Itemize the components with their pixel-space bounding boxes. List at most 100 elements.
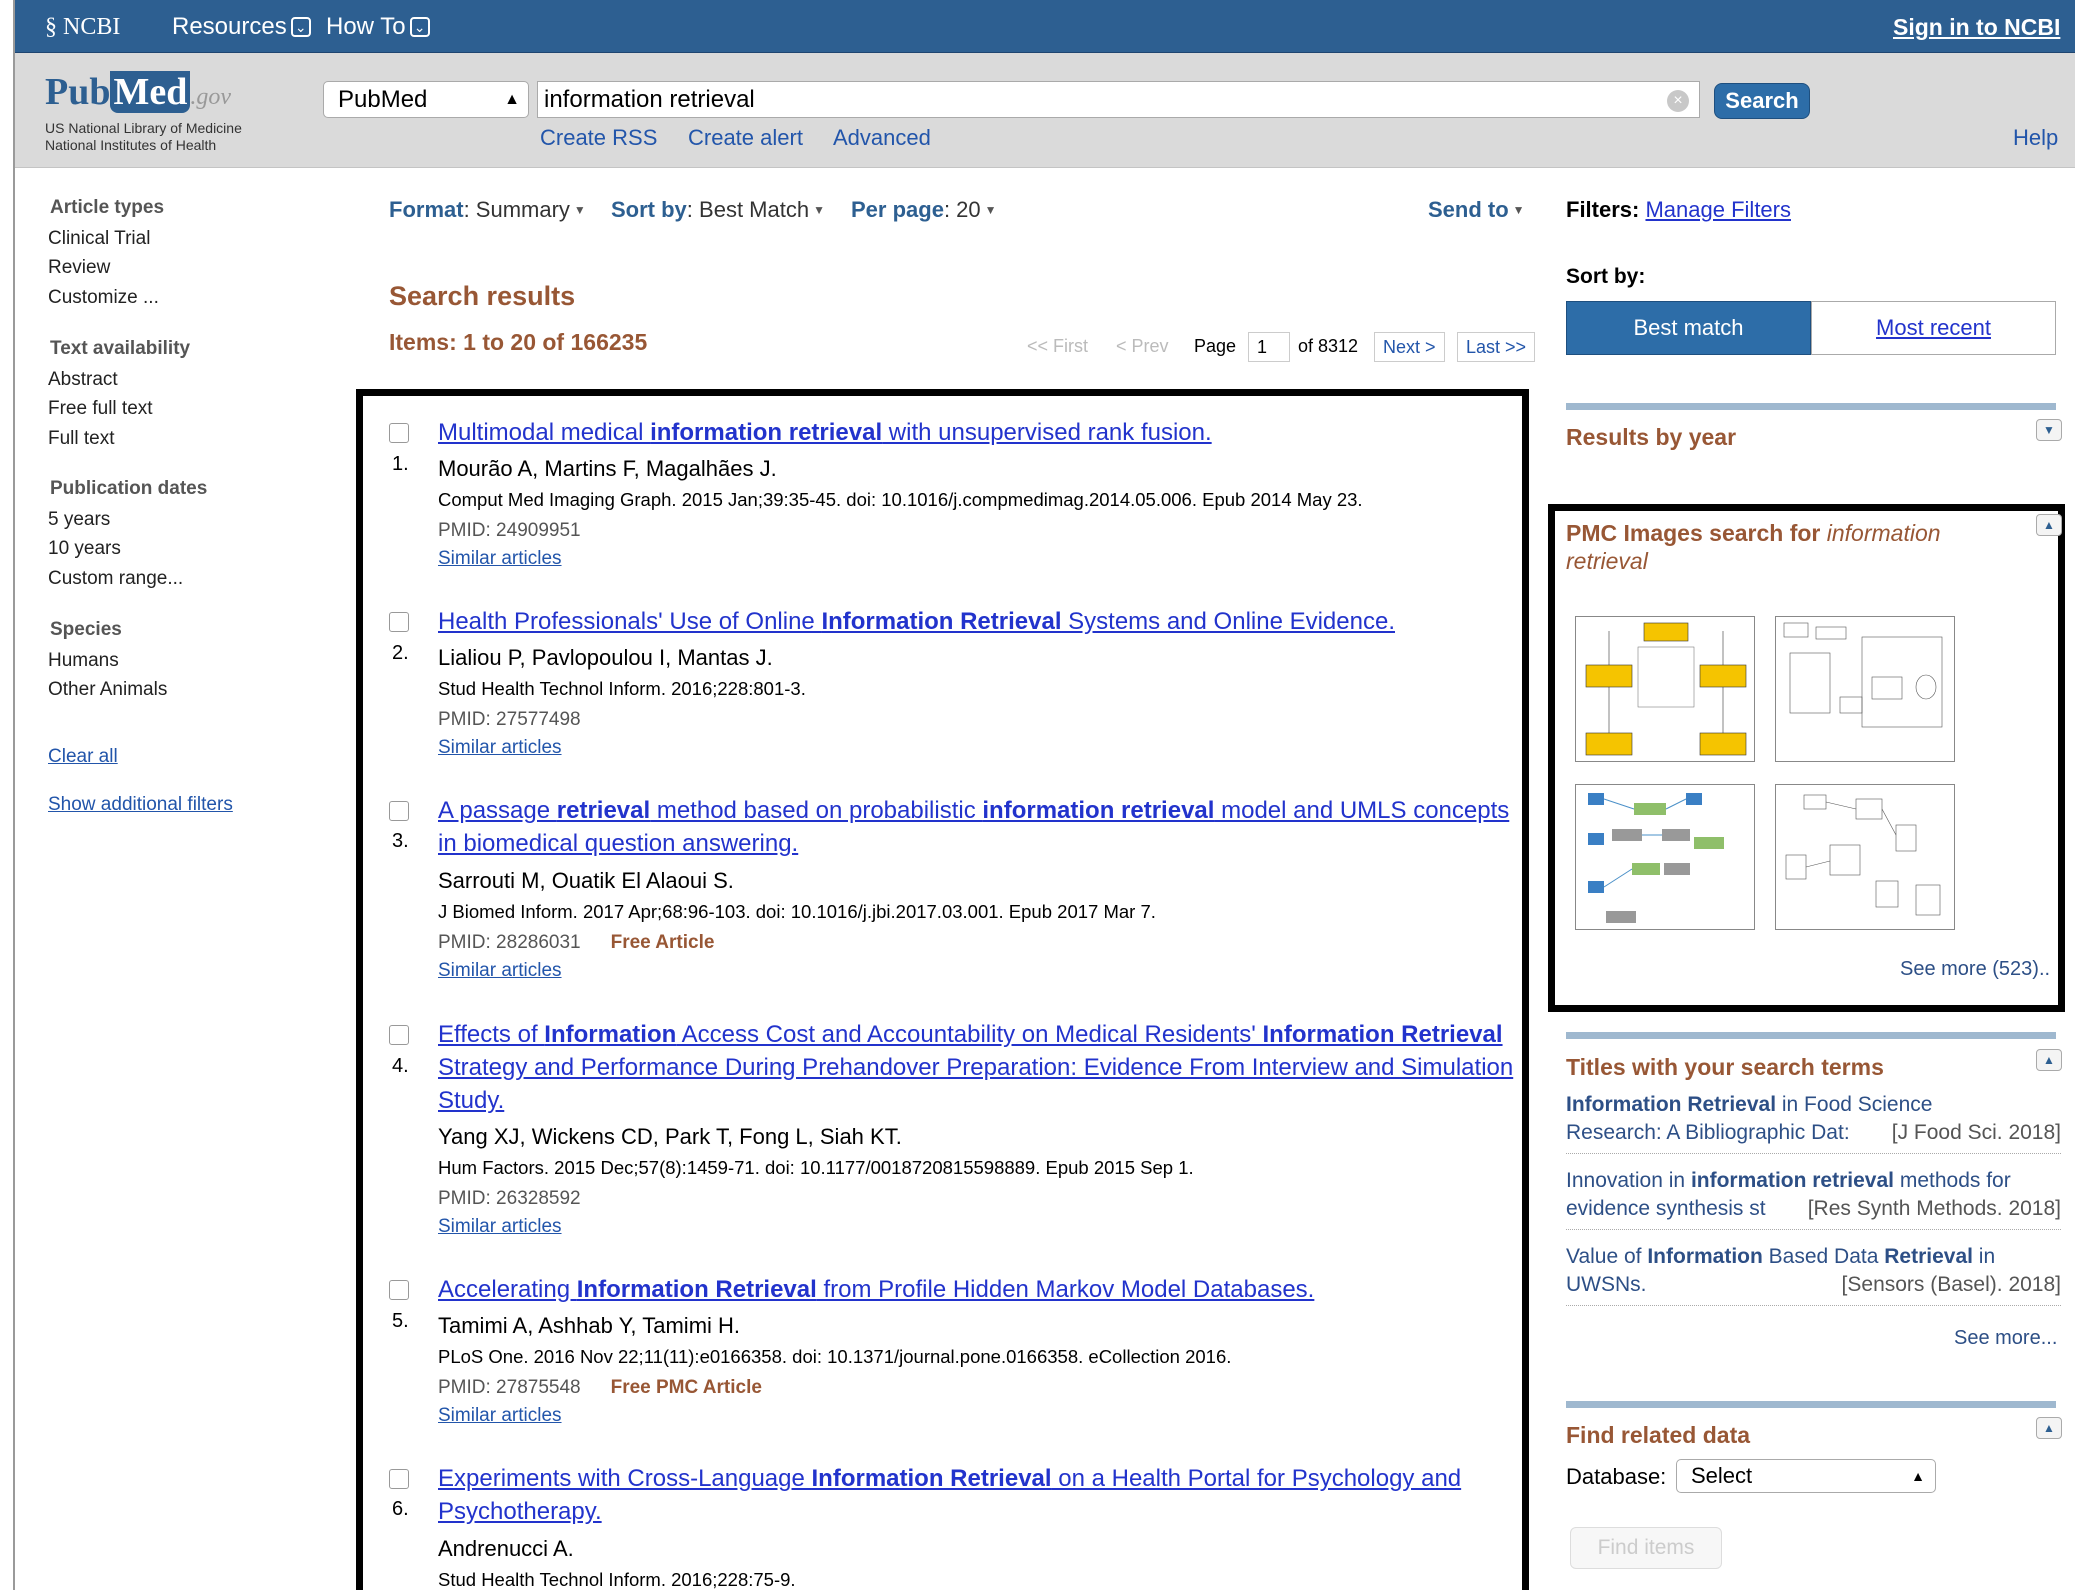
pager-next[interactable]: Next > (1374, 332, 1445, 362)
result-citation: Stud Health Technol Inform. 2016;228:75-… (438, 1569, 796, 1590)
similar-articles-link[interactable]: Similar articles (438, 548, 562, 570)
article-types-heading: Article types (50, 197, 165, 218)
title-suggestion[interactable]: Information Retrieval in Food Science Res… (1566, 1091, 2061, 1154)
pager-last[interactable]: Last >> (1457, 332, 1536, 362)
create-rss-link[interactable]: Create RSS (540, 125, 657, 151)
result-citation: Hum Factors. 2015 Dec;57(8):1459-71. doi… (438, 1157, 1194, 1178)
pmc-image-thumbnail[interactable] (1575, 784, 1755, 930)
similar-articles-link[interactable]: Similar articles (438, 1216, 562, 1238)
items-count: Items: 1 to 20 of 166235 (389, 329, 648, 355)
filter-customize[interactable]: Customize ... (48, 287, 159, 309)
sort-best-match-button[interactable]: Best match (1566, 301, 1811, 355)
result-checkbox[interactable] (389, 1469, 409, 1489)
similar-articles-link[interactable]: Similar articles (438, 960, 562, 982)
result-pmid: PMID: 27875548 Free PMC Article (438, 1377, 762, 1398)
sort-dropdown[interactable]: Sort by: Best Match ▼ (611, 197, 825, 223)
ncbi-logo[interactable]: § NCBI (45, 12, 120, 42)
filter-other-animals[interactable]: Other Animals (48, 679, 167, 701)
pager-prev[interactable]: < Prev (1116, 336, 1169, 357)
pmc-image-thumbnail[interactable] (1775, 616, 1955, 762)
pmc-image-thumbnail[interactable] (1575, 616, 1755, 762)
collapse-toggle-icon[interactable]: ▲ (2036, 1417, 2062, 1439)
advanced-link[interactable]: Advanced (833, 125, 931, 151)
format-dropdown[interactable]: Format: Summary ▼ (389, 197, 586, 223)
find-items-button[interactable]: Find items (1570, 1527, 1722, 1569)
send-to-dropdown[interactable]: Send to ▼ (1428, 197, 1525, 223)
result-checkbox[interactable] (389, 801, 409, 821)
pager-of-total: of 8312 (1298, 336, 1359, 356)
result-number: 5. (392, 1310, 409, 1332)
clear-icon[interactable]: × (1667, 90, 1689, 112)
database-select[interactable]: PubMed ▲ (323, 81, 529, 118)
filter-clinical-trial[interactable]: Clinical Trial (48, 228, 150, 250)
result-checkbox[interactable] (389, 1280, 409, 1300)
filter-abstract[interactable]: Abstract (48, 369, 118, 391)
sort-most-recent-button[interactable]: Most recent (1811, 301, 2056, 355)
result-title-link[interactable]: Experiments with Cross-Language Informat… (438, 1462, 1518, 1528)
nlm-label: US National Library of Medicine (45, 120, 242, 136)
result-authors: Tamimi A, Ashhab Y, Tamimi H. (438, 1313, 741, 1338)
collapse-toggle-icon[interactable]: ▲ (2036, 1049, 2062, 1071)
titles-with-terms-heading: Titles with your search terms (1566, 1054, 1884, 1080)
howto-menu[interactable]: How To ⌄ (326, 12, 430, 42)
result-number: 1. (392, 453, 409, 475)
help-link[interactable]: Help (2013, 125, 2058, 151)
nih-label: National Institutes of Health (45, 137, 217, 153)
show-additional-filters-link[interactable]: Show additional filters (48, 794, 233, 816)
filter-10-years[interactable]: 10 years (48, 538, 121, 560)
free-article-badge: Free Article (610, 932, 715, 953)
result-checkbox[interactable] (389, 1025, 409, 1045)
see-more-images-link[interactable]: See more (523).. (1900, 958, 2050, 981)
network-thumbnail-image (1588, 793, 1724, 923)
filter-5-years[interactable]: 5 years (48, 509, 110, 531)
similar-articles-link[interactable]: Similar articles (438, 737, 562, 759)
title-suggestion[interactable]: Innovation in information retrieval meth… (1566, 1167, 2061, 1230)
manage-filters-link[interactable]: Manage Filters (1645, 197, 1791, 222)
filter-custom-range[interactable]: Custom range... (48, 568, 183, 590)
caret-down-icon: ▼ (813, 203, 825, 217)
filter-humans[interactable]: Humans (48, 650, 119, 672)
similar-articles-link[interactable]: Similar articles (438, 1405, 562, 1427)
result-authors: Sarrouti M, Ouatik El Alaoui S. (438, 868, 734, 893)
pager-first[interactable]: << First (1027, 336, 1088, 357)
search-input[interactable]: information retrieval × (537, 81, 1700, 118)
sort-by-label: Sort by: (1566, 265, 1646, 288)
result-checkbox[interactable] (389, 612, 409, 632)
title-suggestion[interactable]: Value of Information Based Data Retrieva… (1566, 1243, 2061, 1306)
result-title-link[interactable]: Accelerating Information Retrieval from … (438, 1273, 1518, 1306)
database-label: Database: (1566, 1464, 1667, 1489)
result-checkbox[interactable] (389, 423, 409, 443)
result-citation: J Biomed Inform. 2017 Apr;68:96-103. doi… (438, 901, 1156, 922)
clear-all-link[interactable]: Clear all (48, 746, 118, 768)
result-title-link[interactable]: A passage retrieval method based on prob… (438, 794, 1518, 860)
sign-in-link[interactable]: Sign in to NCBI (1893, 12, 2060, 42)
chevron-down-icon: ⌄ (290, 17, 311, 37)
per-page-dropdown[interactable]: Per page: 20 ▼ (851, 197, 997, 223)
text-availability-heading: Text availability (50, 338, 191, 359)
see-more-titles-link[interactable]: See more... (1954, 1327, 2057, 1350)
filter-free-full-text[interactable]: Free full text (48, 398, 153, 420)
pmc-image-thumbnail[interactable] (1775, 784, 1955, 930)
ncbi-helix-icon: § (45, 14, 57, 40)
chevron-down-icon: ⌄ (409, 17, 430, 37)
pubmed-logo[interactable]: PubMed .gov (45, 70, 231, 114)
result-citation: Comput Med Imaging Graph. 2015 Jan;39:35… (438, 489, 1363, 510)
filter-full-text[interactable]: Full text (48, 428, 115, 450)
flowchart-thumbnail-image (1585, 622, 1747, 756)
page-number-input[interactable]: 1 (1248, 332, 1290, 362)
result-number: 4. (392, 1055, 409, 1077)
filter-review[interactable]: Review (48, 257, 110, 279)
result-title-link[interactable]: Multimodal medical information retrieval… (438, 416, 1518, 449)
related-database-select[interactable]: Select ▲ (1676, 1459, 1936, 1493)
result-title-link[interactable]: Health Professionals' Use of Online Info… (438, 605, 1518, 638)
result-citation: Stud Health Technol Inform. 2016;228:801… (438, 678, 806, 699)
collapse-toggle-icon[interactable]: ▼ (2036, 419, 2062, 441)
search-button[interactable]: Search (1714, 83, 1810, 119)
resources-menu[interactable]: Resources ⌄ (172, 12, 311, 42)
collapse-toggle-icon[interactable]: ▲ (2036, 514, 2062, 536)
create-alert-link[interactable]: Create alert (688, 125, 803, 151)
pager-page-label: Page (1194, 336, 1237, 356)
result-title-link[interactable]: Effects of Information Access Cost and A… (438, 1018, 1518, 1117)
results-by-year-heading: Results by year (1566, 424, 1737, 450)
result-authors: Andrenucci A. (438, 1536, 574, 1561)
